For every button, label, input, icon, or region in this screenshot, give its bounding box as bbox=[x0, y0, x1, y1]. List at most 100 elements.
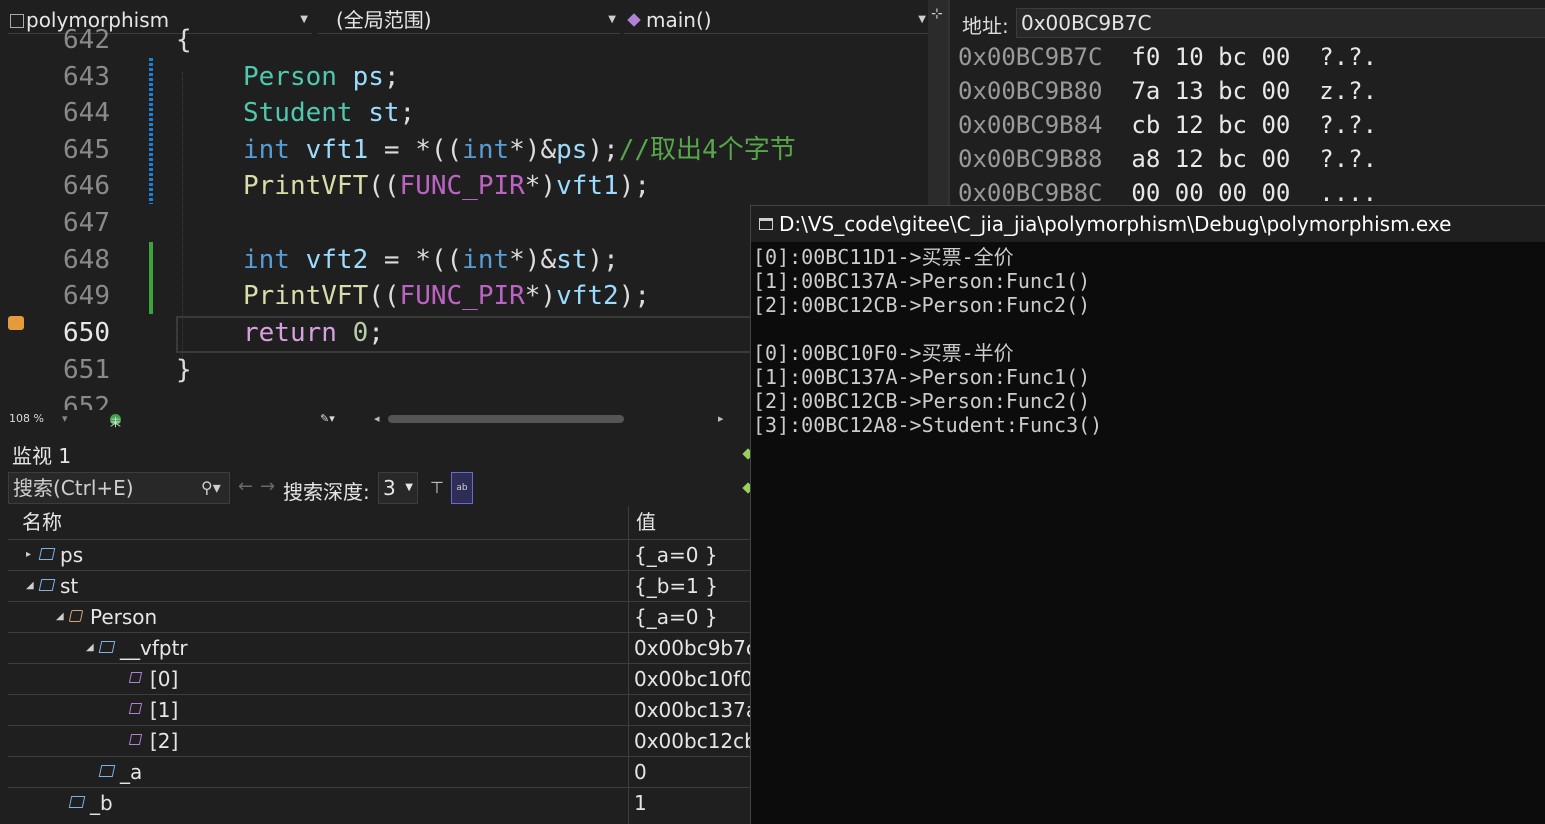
watch-name: __vfptr bbox=[120, 636, 188, 660]
scroll-right-icon[interactable]: ▸ bbox=[718, 412, 724, 425]
console-icon bbox=[759, 218, 773, 230]
memory-address: 0x00BC9B80 bbox=[958, 77, 1103, 105]
field-icon bbox=[38, 548, 56, 560]
search-placeholder: 搜索(Ctrl+E) bbox=[13, 476, 134, 500]
method-icon bbox=[627, 13, 641, 27]
memory-bytes[interactable]: cb 12 bc 00 bbox=[1131, 111, 1290, 139]
console-line: [3]:00BC12A8->Student:Func3() bbox=[753, 413, 1103, 437]
split-icon[interactable]: ⊹ bbox=[931, 6, 943, 22]
field-icon bbox=[68, 796, 86, 808]
address-label: 地址: bbox=[962, 14, 1009, 38]
line-number: 645 bbox=[63, 135, 110, 165]
column-header-value[interactable]: 值 bbox=[636, 506, 656, 538]
memory-window[interactable]: 地址: 0x00BC9B7C 0x00BC9B7C f0 10 bc 00 ?.… bbox=[948, 0, 1545, 210]
method-icon bbox=[128, 703, 143, 714]
code-line[interactable]: PrintVFT((FUNC_PIR*)vft1); bbox=[243, 168, 650, 204]
watch-row[interactable]: ◢ __vfptr 0x00bc9b7c bbox=[8, 632, 757, 663]
line-number: 643 bbox=[63, 62, 110, 92]
watch-title[interactable]: 监视 1 bbox=[12, 440, 71, 469]
code-line[interactable]: int vft2 = *((int*)&st); bbox=[243, 242, 619, 278]
watch-value[interactable]: 0x00bc137a bbox=[634, 695, 758, 725]
console-line: [1]:00BC137A->Person:Func1() bbox=[753, 269, 1091, 293]
watch-row[interactable]: ▸ ps {_a=0 } bbox=[8, 539, 750, 570]
forward-arrow-icon[interactable]: → bbox=[260, 476, 275, 497]
collapsed-arrow-icon[interactable]: ▸ bbox=[26, 540, 31, 570]
code-line[interactable]: } bbox=[176, 352, 192, 388]
field-icon bbox=[98, 641, 116, 653]
back-arrow-icon[interactable]: ← bbox=[238, 476, 253, 497]
watch-value[interactable]: 0x00bc12cb bbox=[634, 726, 757, 756]
console-line: [0]:00BC10F0->买票-半价 bbox=[753, 341, 1014, 365]
watch-row[interactable]: [0] 0x00bc10f0 { bbox=[8, 663, 772, 694]
console-title-bar[interactable]: D:\VS_code\gitee\C_jia_jia\polymorphism\… bbox=[751, 206, 1545, 242]
memory-chars: .... bbox=[1319, 179, 1378, 207]
base-class-icon bbox=[68, 610, 84, 622]
zoom-level[interactable]: 108 % bbox=[9, 412, 44, 425]
watch-name: _a bbox=[120, 760, 143, 784]
watch-value[interactable]: 0 bbox=[634, 757, 647, 787]
chevron-down-icon: ▼ bbox=[918, 14, 926, 25]
watch-value[interactable]: {_b=1 } bbox=[634, 571, 718, 601]
line-number: 648 bbox=[63, 245, 110, 275]
scroll-left-icon[interactable]: ◂ bbox=[374, 412, 380, 425]
memory-address: 0x00BC9B88 bbox=[958, 145, 1103, 173]
memory-bytes[interactable]: 7a 13 bc 00 bbox=[1131, 77, 1290, 105]
watch-name: Person bbox=[90, 605, 158, 629]
watch-value[interactable]: {_a=0 } bbox=[634, 602, 718, 632]
memory-bytes[interactable]: f0 10 bc 00 bbox=[1131, 43, 1290, 71]
memory-row[interactable]: 0x00BC9B7C f0 10 bc 00 ?.?. bbox=[958, 40, 1377, 74]
memory-address-bar: 地址: 0x00BC9B7C bbox=[950, 6, 1545, 38]
code-line[interactable]: Student st; bbox=[243, 95, 415, 131]
console-window[interactable]: D:\VS_code\gitee\C_jia_jia\polymorphism\… bbox=[750, 205, 1545, 824]
memory-chars: ?.?. bbox=[1319, 111, 1378, 139]
expanded-arrow-icon[interactable]: ◢ bbox=[26, 571, 34, 601]
line-number: 650 bbox=[63, 318, 110, 348]
member-dropdown[interactable]: main() ▼ bbox=[624, 6, 930, 34]
watch-name: ps bbox=[60, 543, 84, 567]
brush-icon[interactable]: ✎▾ bbox=[320, 412, 335, 425]
address-input[interactable]: 0x00BC9B7C bbox=[1016, 8, 1545, 38]
memory-bytes[interactable]: 00 00 00 00 bbox=[1131, 179, 1290, 207]
search-depth-label: 搜索深度: bbox=[283, 480, 370, 504]
expanded-arrow-icon[interactable]: ◢ bbox=[56, 602, 64, 632]
search-depth-select[interactable]: 3 ▼ bbox=[378, 472, 418, 504]
watch-row[interactable]: ◢ st {_b=1 } bbox=[8, 570, 750, 601]
console-line: [2]:00BC12CB->Person:Func2() bbox=[753, 389, 1091, 413]
expanded-arrow-icon[interactable]: ◢ bbox=[86, 633, 94, 663]
code-line[interactable]: return 0; bbox=[243, 315, 384, 351]
horizontal-scrollbar-thumb[interactable] bbox=[388, 415, 624, 423]
console-line: [1]:00BC137A->Person:Func1() bbox=[753, 365, 1091, 389]
dropdown-icon[interactable]: ▾ bbox=[62, 412, 68, 425]
watch-row[interactable]: ◢ Person {_a=0 } bbox=[8, 601, 750, 632]
watch-row[interactable]: _b 1 bbox=[8, 787, 750, 818]
watch-row[interactable]: [1] 0x00bc137a bbox=[8, 694, 758, 725]
code-line[interactable]: PrintVFT((FUNC_PIR*)vft2); bbox=[243, 278, 650, 314]
code-line[interactable]: Person ps; bbox=[243, 59, 400, 95]
line-number: 647 bbox=[63, 208, 110, 238]
watch-value[interactable]: 0x00bc9b7c bbox=[634, 633, 757, 663]
watch-row[interactable]: [2] 0x00bc12cb bbox=[8, 725, 757, 756]
scope-dropdown[interactable]: (全局范围) ▼ bbox=[318, 6, 620, 34]
watch-window[interactable]: 监视 1 搜索(Ctrl+E) ⚲▾ ← → 搜索深度: 3 ▼ ⊤ ab 名称… bbox=[0, 432, 772, 824]
memory-address: 0x00BC9B7C bbox=[958, 43, 1103, 71]
column-header-name[interactable]: 名称 bbox=[22, 506, 62, 538]
watch-row[interactable]: _a 0 bbox=[8, 756, 750, 787]
pin-icon[interactable]: ⊤ bbox=[430, 478, 444, 497]
watch-value[interactable]: {_a=0 } bbox=[634, 540, 718, 570]
code-line[interactable]: { bbox=[176, 22, 192, 58]
line-number: 644 bbox=[63, 98, 110, 128]
watch-search-input[interactable]: 搜索(Ctrl+E) ⚲▾ bbox=[8, 472, 230, 504]
memory-row[interactable]: 0x00BC9B84 cb 12 bc 00 ?.?. bbox=[958, 108, 1377, 142]
code-line[interactable]: int vft1 = *((int*)&ps);//取出4个字节 bbox=[243, 132, 796, 168]
memory-row[interactable]: 0x00BC9B80 7a 13 bc 00 z.?. bbox=[958, 74, 1377, 108]
search-icon[interactable]: ⚲▾ bbox=[201, 473, 221, 503]
issues-text: 未找到相关问题 bbox=[110, 416, 121, 429]
scope-name: (全局范围) bbox=[336, 8, 432, 32]
watch-value[interactable]: 1 bbox=[634, 788, 647, 818]
member-name: main() bbox=[646, 8, 712, 32]
memory-row[interactable]: 0x00BC9B88 a8 12 bc 00 ?.?. bbox=[958, 142, 1377, 176]
hex-display-toggle[interactable]: ab bbox=[451, 472, 473, 504]
line-number: 646 bbox=[63, 171, 110, 201]
current-statement-arrow-icon[interactable] bbox=[8, 316, 24, 330]
memory-bytes[interactable]: a8 12 bc 00 bbox=[1131, 145, 1290, 173]
